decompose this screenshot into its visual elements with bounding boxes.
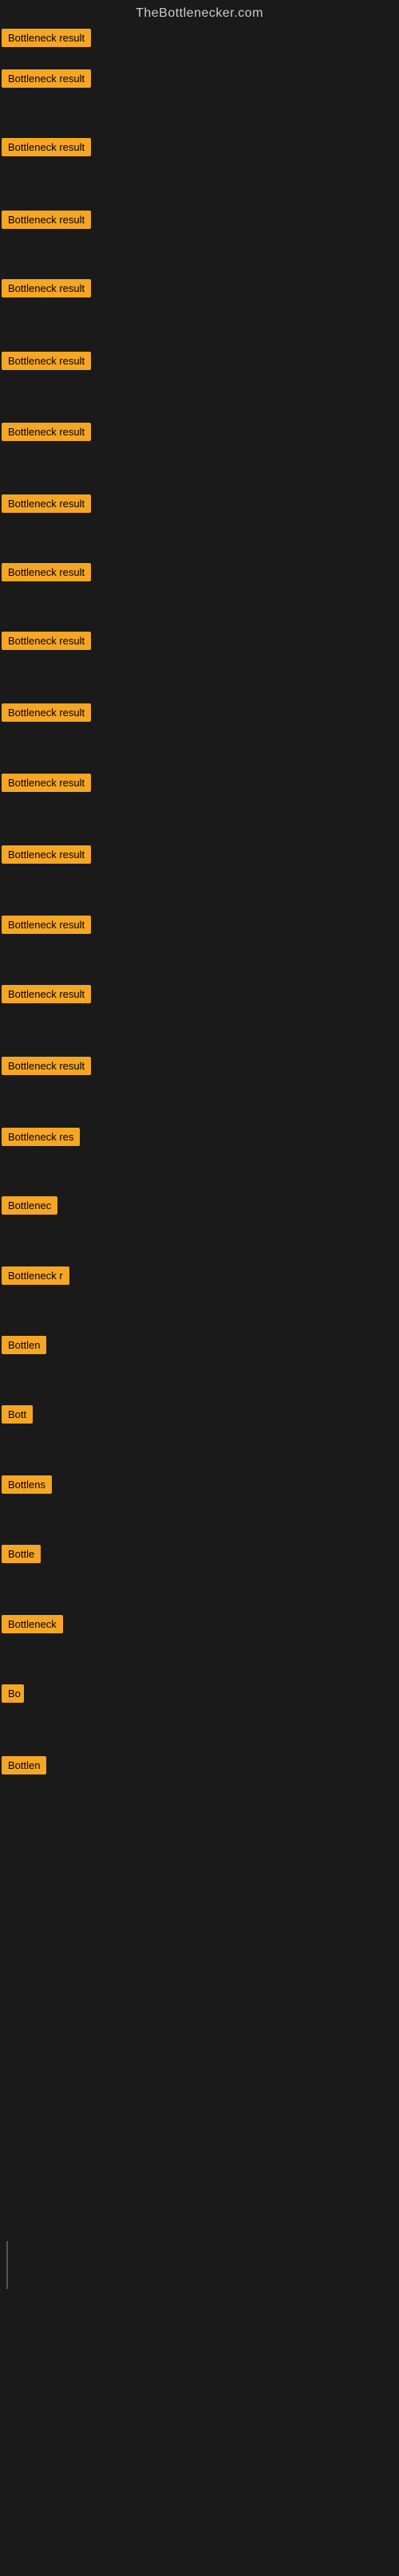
list-item: Bottleneck result: [2, 916, 91, 938]
bottleneck-result-badge[interactable]: Bottlenec: [2, 1196, 57, 1215]
bottleneck-result-badge[interactable]: Bottleneck result: [2, 774, 91, 792]
list-item: Bottleneck result: [2, 494, 91, 517]
list-item: Bo: [2, 1684, 24, 1707]
bottleneck-result-badge[interactable]: Bo: [2, 1684, 24, 1703]
list-item: Bottleneck result: [2, 1057, 91, 1079]
bottleneck-result-badge[interactable]: Bottleneck r: [2, 1266, 69, 1285]
list-item: Bottleneck result: [2, 279, 91, 301]
list-item: Bottlen: [2, 1756, 46, 1778]
list-item: Bottleneck result: [2, 563, 91, 585]
list-item: Bottleneck: [2, 1615, 63, 1637]
list-item: Bottleneck result: [2, 352, 91, 374]
bottleneck-result-badge[interactable]: Bottle: [2, 1545, 41, 1563]
bottleneck-result-badge[interactable]: Bottleneck result: [2, 29, 91, 47]
list-item: Bottleneck result: [2, 29, 91, 51]
bottleneck-result-badge[interactable]: Bottleneck: [2, 1615, 63, 1633]
bottleneck-result-badge[interactable]: Bottleneck result: [2, 845, 91, 864]
list-item: Bottlens: [2, 1475, 52, 1498]
list-item: Bottleneck result: [2, 845, 91, 868]
list-item: Bottleneck result: [2, 69, 91, 92]
bottleneck-result-badge[interactable]: Bottleneck result: [2, 632, 91, 650]
bottleneck-result-badge[interactable]: Bottleneck res: [2, 1128, 80, 1146]
list-item: Bottleneck result: [2, 632, 91, 654]
list-item: Bottleneck result: [2, 985, 91, 1007]
bottleneck-result-badge[interactable]: Bottleneck result: [2, 138, 91, 156]
list-item: Bott: [2, 1405, 33, 1428]
bottleneck-result-badge[interactable]: Bottleneck result: [2, 1057, 91, 1075]
bottleneck-result-badge[interactable]: Bottleneck result: [2, 563, 91, 581]
bottleneck-result-badge[interactable]: Bottleneck result: [2, 494, 91, 513]
bottleneck-result-badge[interactable]: Bottleneck result: [2, 985, 91, 1003]
list-item: Bottlenec: [2, 1196, 57, 1219]
list-item: Bottleneck r: [2, 1266, 69, 1289]
list-item: Bottlen: [2, 1336, 46, 1358]
bottleneck-result-badge[interactable]: Bottlens: [2, 1475, 52, 1494]
bottleneck-result-badge[interactable]: Bottleneck result: [2, 211, 91, 229]
bottleneck-result-badge[interactable]: Bottleneck result: [2, 703, 91, 722]
bottleneck-result-badge[interactable]: Bottleneck result: [2, 423, 91, 441]
list-item: Bottleneck result: [2, 423, 91, 445]
list-item: Bottleneck res: [2, 1128, 80, 1150]
bottleneck-result-badge[interactable]: Bott: [2, 1405, 33, 1424]
bottleneck-result-badge[interactable]: Bottleneck result: [2, 352, 91, 370]
bottleneck-result-badge[interactable]: Bottleneck result: [2, 279, 91, 297]
bottleneck-result-badge[interactable]: Bottlen: [2, 1336, 46, 1354]
list-item: Bottleneck result: [2, 211, 91, 233]
bottleneck-result-badge[interactable]: Bottleneck result: [2, 69, 91, 88]
bottleneck-result-badge[interactable]: Bottlen: [2, 1756, 46, 1774]
site-title: TheBottlenecker.com: [0, 0, 399, 24]
list-item: Bottleneck result: [2, 774, 91, 796]
list-item: Bottle: [2, 1545, 41, 1567]
bottleneck-result-badge[interactable]: Bottleneck result: [2, 916, 91, 934]
cursor-indicator: [6, 2241, 8, 2289]
list-item: Bottleneck result: [2, 703, 91, 726]
list-item: Bottleneck result: [2, 138, 91, 160]
